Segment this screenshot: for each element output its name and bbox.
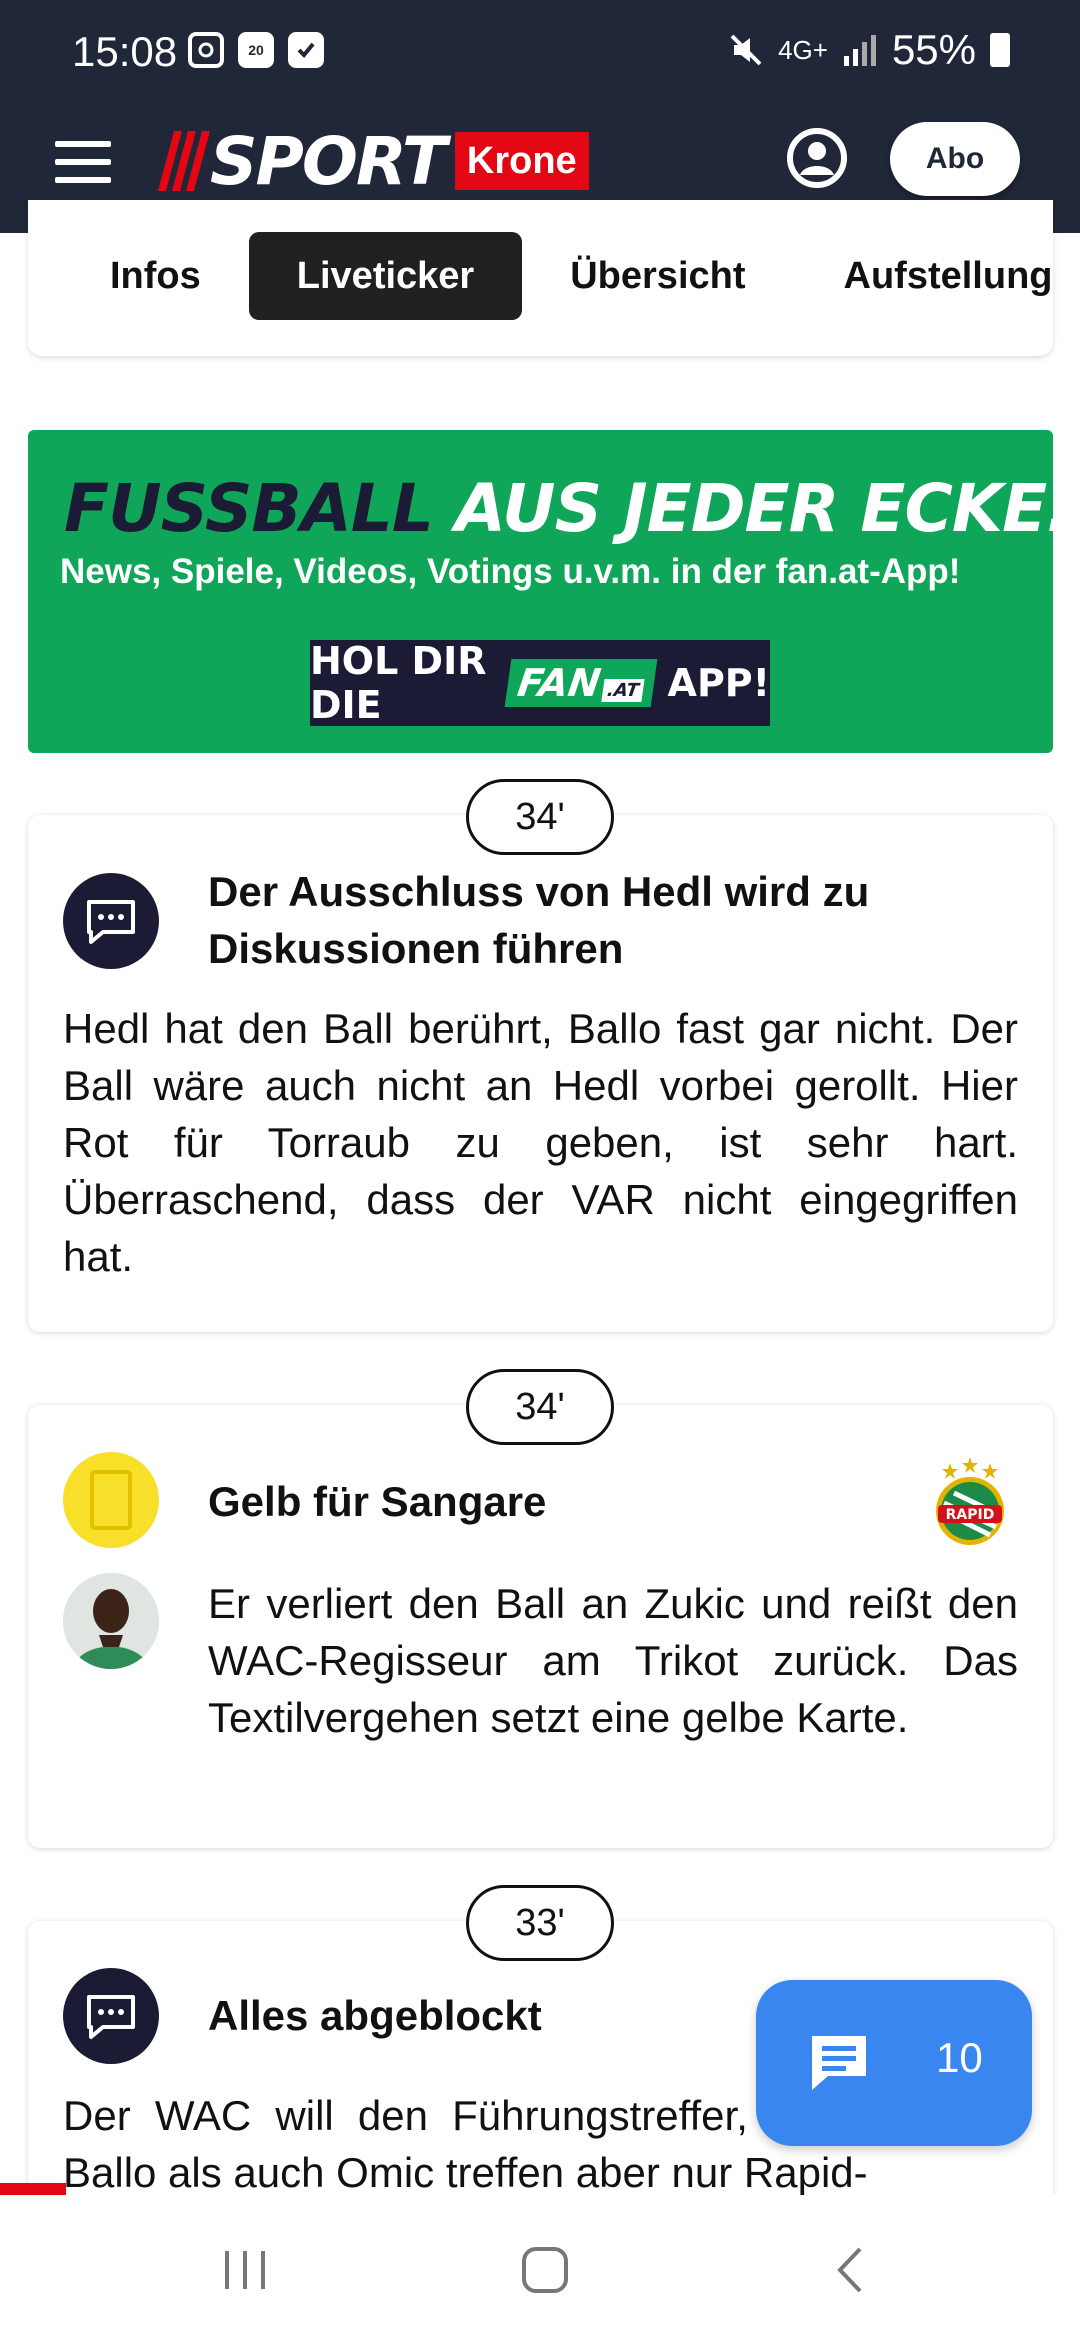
minute-badge: 34' [466, 779, 614, 855]
fan-app-promo-banner[interactable]: FUSSBALL AUS JEDER ECKE. News, Spiele, V… [28, 430, 1053, 753]
fan-at-logo: FAN .AT [504, 659, 657, 707]
sport-krone-logo[interactable]: SPORT Krone [157, 123, 589, 200]
minute-badge: 34' [466, 1369, 614, 1445]
ticker-text: Er verliert den Ball an Zukic und reißt … [208, 1580, 1018, 1741]
mute-icon [730, 34, 762, 66]
tab-aufstellung[interactable]: Aufstellung [844, 232, 1053, 320]
tab-liveticker[interactable]: Liveticker [248, 232, 523, 320]
tab-uebersicht[interactable]: Übersicht [570, 232, 745, 320]
promo-cta-button[interactable]: HOL DIR DIE FAN .AT APP! [310, 639, 770, 727]
checkbox-icon [288, 32, 324, 68]
promo-subline: News, Spiele, Videos, Votings u.v.m. in … [60, 552, 961, 591]
ticker-text: Hedl hat den Ball berührt, Ballo fast ga… [63, 1005, 1018, 1280]
account-icon[interactable] [786, 127, 848, 189]
promo-headline: FUSSBALL AUS JEDER ECKE. [64, 470, 1053, 547]
svg-text:RAPID: RAPID [946, 1507, 995, 1523]
home-icon[interactable] [520, 2245, 570, 2295]
system-navigation-bar [0, 2195, 1080, 2340]
logo-krone-text: Krone [454, 132, 589, 190]
ticker-entry: Der Ausschluss von Hedl wird zu Diskussi… [28, 815, 1053, 1332]
recent-apps-icon[interactable] [220, 2245, 270, 2295]
progress-indicator [0, 2183, 66, 2195]
notification-icons: 20 [188, 32, 324, 68]
comment-icon [63, 1968, 159, 2064]
minute-badge: 33' [466, 1885, 614, 1961]
yellow-card-icon [63, 1452, 159, 1548]
logo-sport-text: SPORT [210, 122, 447, 200]
network-type: 4G+ [778, 34, 828, 65]
ticker-entry: Gelb für Sangare RAPID Er verliert den B… [28, 1405, 1053, 1848]
comment-icon [63, 873, 159, 969]
battery-percent: 55% [891, 26, 976, 73]
match-tabs: Infos Liveticker Übersicht Aufstellung [0, 232, 1080, 320]
logo-stripes [157, 131, 211, 191]
status-bar: 15:08 20 4G+ 55% [0, 0, 1080, 105]
battery-icon [990, 33, 1010, 67]
tab-infos[interactable]: Infos [110, 232, 201, 320]
calendar-icon: 20 [238, 32, 274, 68]
chat-count: 10 [936, 2034, 983, 2081]
chat-icon [812, 2036, 866, 2090]
chat-button[interactable]: 10 [756, 1980, 1032, 2146]
player-avatar [63, 1573, 159, 1669]
menu-icon[interactable] [55, 141, 111, 183]
rapid-team-logo: RAPID [936, 1457, 1004, 1545]
abo-button[interactable]: Abo [890, 122, 1020, 196]
ticker-title: Gelb für Sangare [208, 1478, 547, 1525]
system-indicators: 4G+ 55% [728, 26, 1010, 74]
ticker-title: Der Ausschluss von Hedl wird zu Diskussi… [208, 868, 870, 972]
instagram-icon [188, 32, 224, 68]
status-time: 15:08 [72, 28, 178, 75]
signal-icon [843, 35, 876, 66]
back-icon[interactable] [826, 2245, 876, 2295]
